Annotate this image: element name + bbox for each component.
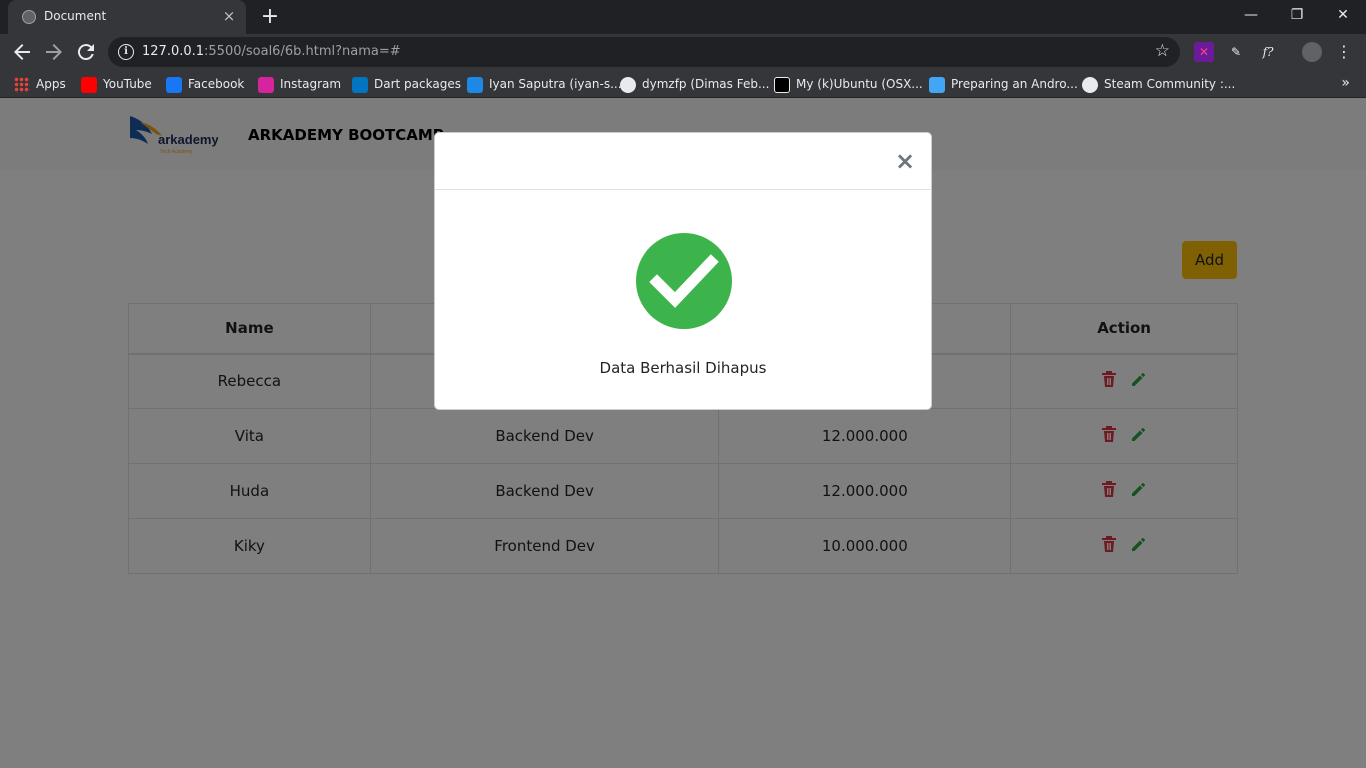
arrow-right-icon: [46, 44, 62, 60]
new-tab-button[interactable]: +: [258, 5, 282, 29]
menu-kebab-icon[interactable]: ⋮: [1334, 42, 1354, 62]
reload-icon: [77, 44, 94, 61]
reload-button[interactable]: [74, 40, 98, 64]
facebook-icon: [166, 76, 182, 93]
bookmark-my-kubuntu[interactable]: My (k)Ubuntu (OSX...: [774, 75, 923, 93]
bookmark-iyan-saputra[interactable]: Iyan Saputra (iyan-s...: [467, 75, 622, 93]
bookmark-facebook[interactable]: Facebook: [166, 75, 244, 93]
dart-icon: [352, 76, 368, 93]
modal-header: ×: [435, 133, 931, 190]
bookmark-star-icon[interactable]: ☆: [1155, 41, 1170, 61]
pen-extension-icon[interactable]: ✎: [1226, 42, 1246, 62]
apps-grid-icon: [14, 76, 30, 93]
info-icon[interactable]: i: [118, 44, 134, 60]
flutter-icon: [929, 76, 945, 93]
steam-icon: [1082, 76, 1098, 93]
youtube-icon: [81, 76, 97, 93]
modal-message: Data Berhasil Dihapus: [599, 359, 767, 377]
bookmark-instagram[interactable]: Instagram: [258, 75, 341, 93]
bookmark-dart-packages[interactable]: Dart packages: [352, 75, 461, 93]
check-circle-icon: [636, 233, 732, 329]
modal-close-button[interactable]: ×: [893, 149, 917, 173]
back-button[interactable]: [10, 40, 34, 64]
forward-button[interactable]: [42, 40, 66, 64]
github-icon: [620, 76, 636, 93]
window-close-button[interactable]: ✕: [1320, 0, 1366, 30]
bookmark-steam[interactable]: Steam Community :...: [1082, 75, 1235, 93]
bookmark-youtube[interactable]: YouTube: [81, 75, 152, 93]
bookmark-dymzfp[interactable]: dymzfp (Dimas Feb...: [620, 75, 769, 93]
address-bar[interactable]: i 127.0.0.1:5500/soal6/6b.html?nama=# ☆: [108, 37, 1180, 67]
browser-toolbar: i 127.0.0.1:5500/soal6/6b.html?nama=# ☆ …: [0, 34, 1366, 70]
extension-icon[interactable]: ✕: [1194, 42, 1214, 62]
globe-icon: [22, 10, 36, 24]
url-text: 127.0.0.1:5500/soal6/6b.html?nama=#: [142, 44, 401, 59]
tab-title: Document: [44, 9, 107, 23]
bookmark-apps[interactable]: Apps: [14, 75, 66, 93]
tab-close-button[interactable]: ×: [220, 7, 238, 25]
ibb-icon: [467, 76, 483, 93]
browser-tab-strip: Document × + — ❐ ✕: [0, 0, 1366, 34]
profile-avatar[interactable]: [1302, 42, 1322, 62]
bookmarks-bar: Apps YouTube Facebook Instagram Dart pac…: [0, 70, 1366, 98]
success-modal: × Data Berhasil Dihapus: [434, 132, 932, 410]
dev-icon: [774, 76, 790, 93]
arrow-left-icon: [14, 44, 30, 60]
browser-tab[interactable]: Document ×: [8, 0, 246, 34]
restore-button[interactable]: ❐: [1274, 0, 1320, 30]
font-extension-icon[interactable]: f?: [1258, 42, 1278, 62]
minimize-button[interactable]: —: [1228, 0, 1274, 30]
bookmarks-overflow-button[interactable]: »: [1341, 75, 1350, 91]
instagram-icon: [258, 76, 274, 93]
bookmark-preparing-android[interactable]: Preparing an Andro...: [929, 75, 1078, 93]
